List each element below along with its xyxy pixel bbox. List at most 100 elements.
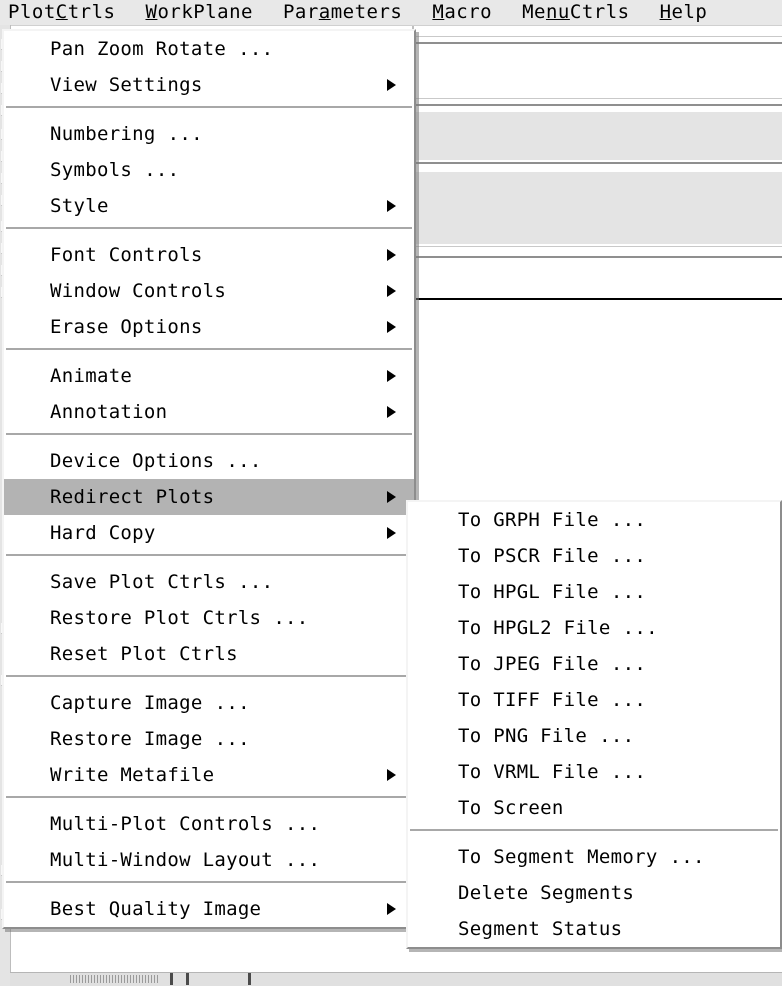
menu-item-ellipsis: ... xyxy=(599,725,635,747)
main_menu-item-erase-options[interactable]: Erase Options xyxy=(4,309,414,345)
submenu-item-to-hpgl-file[interactable]: To HPGL File... xyxy=(408,574,780,610)
main_menu-item-device-options[interactable]: Device Options... xyxy=(4,443,414,479)
submenu-item-to-png-file[interactable]: To PNG File... xyxy=(408,718,780,754)
main_menu-item-restore-image[interactable]: Restore Image... xyxy=(4,721,414,757)
menubar-item-help[interactable]: Help xyxy=(660,0,722,25)
menu-separator xyxy=(6,796,412,803)
menu-item-ellipsis: ... xyxy=(622,617,658,639)
menu-separator xyxy=(6,348,412,355)
menubar-item-menuctrls[interactable]: MenuCtrls xyxy=(522,0,643,25)
main_menu-item-hard-copy[interactable]: Hard Copy xyxy=(4,515,414,551)
submenu-arrow-icon xyxy=(387,249,396,261)
menu-item-ellipsis: ... xyxy=(273,607,309,629)
menu-item-label: To VRML File xyxy=(458,761,599,783)
menu-item-label: View Settings xyxy=(50,74,203,96)
main_menu-item-reset-plot-ctrls[interactable]: Reset Plot Ctrls xyxy=(4,636,414,672)
menu-item-ellipsis: ... xyxy=(610,689,647,711)
menu-item-label: To PNG File xyxy=(458,725,588,747)
mnemonic: nu xyxy=(545,1,570,23)
status-hatch xyxy=(70,975,160,983)
submenu-item-to-grph-file[interactable]: To GRPH File... xyxy=(408,502,780,538)
menu-item-ellipsis: ... xyxy=(610,581,647,603)
menu-item-ellipsis: ... xyxy=(610,761,647,783)
menu-item-label: To Segment Memory xyxy=(458,846,658,868)
menu-item-ellipsis: ... xyxy=(285,849,321,871)
menubar-item-parameters[interactable]: Parameters xyxy=(283,0,416,25)
panel-band xyxy=(414,98,782,99)
menubar-item-macro[interactable]: Macro xyxy=(432,0,506,25)
main_menu-item-window-controls[interactable]: Window Controls xyxy=(4,273,414,309)
background-panel xyxy=(412,26,782,316)
submenu-item-to-screen[interactable]: To Screen xyxy=(408,790,780,826)
panel-band xyxy=(414,162,782,164)
submenu-item-to-pscr-file[interactable]: To PSCR File... xyxy=(408,538,780,574)
redirect-plots-submenu[interactable]: To GRPH File... To PSCR File... To HPGL Fi… xyxy=(406,500,782,949)
submenu-item-to-hpgl2-file[interactable]: To HPGL2 File... xyxy=(408,610,780,646)
status-tick xyxy=(186,973,189,985)
submenu-item-delete-segments[interactable]: Delete Segments xyxy=(408,875,780,911)
submenu-item-to-segment-memory[interactable]: To Segment Memory... xyxy=(408,839,780,875)
menu-item-label: Multi-Plot Controls xyxy=(50,813,274,835)
menu-item-label: Capture Image xyxy=(50,692,203,714)
main_menu-item-multi-plot-controls[interactable]: Multi-Plot Controls... xyxy=(4,806,414,842)
menu-item-label: Reset Plot Ctrls xyxy=(50,643,238,665)
menu-item-label: To HPGL File xyxy=(458,581,599,603)
submenu-item-segment-status[interactable]: Segment Status xyxy=(408,911,780,947)
submenu-item-to-jpeg-file[interactable]: To JPEG File... xyxy=(408,646,780,682)
menu-item-label: To GRPH File xyxy=(458,509,599,531)
submenu-arrow-icon xyxy=(387,370,396,382)
bottom-status-bar xyxy=(10,972,782,986)
menu-item-ellipsis: ... xyxy=(214,692,250,714)
panel-band xyxy=(414,172,782,244)
main_menu-item-capture-image[interactable]: Capture Image... xyxy=(4,685,414,721)
main_menu-item-font-controls[interactable]: Font Controls xyxy=(4,237,414,273)
menu-item-ellipsis: ... xyxy=(610,653,647,675)
menubar-item-plotctrls[interactable]: PlotCtrls xyxy=(8,0,129,25)
menu-item-label: To PSCR File xyxy=(458,545,599,567)
main_menu-item-symbols[interactable]: Symbols... xyxy=(4,152,414,188)
main_menu-item-write-metafile[interactable]: Write Metafile xyxy=(4,757,414,793)
submenu-arrow-icon xyxy=(387,79,396,91)
menu-item-label: Write Metafile xyxy=(50,764,215,786)
menu-item-label: To TIFF File xyxy=(458,689,599,711)
main_menu-item-view-settings[interactable]: View Settings xyxy=(4,67,414,103)
menu-item-label: Device Options xyxy=(50,450,215,472)
menu-item-label: Font Controls xyxy=(50,244,203,266)
main_menu-item-style[interactable]: Style xyxy=(4,188,414,224)
panel-band xyxy=(414,42,782,44)
menu-item-label: Restore Plot Ctrls xyxy=(50,607,262,629)
menu-item-ellipsis: ... xyxy=(610,509,647,531)
submenu-arrow-icon xyxy=(387,285,396,297)
menu-separator xyxy=(410,829,778,836)
menu-item-label: Delete Segments xyxy=(458,882,635,904)
submenu-arrow-icon xyxy=(387,406,396,418)
menu-item-label: Hard Copy xyxy=(50,522,156,544)
main_menu-item-best-quality-image[interactable]: Best Quality Image xyxy=(4,891,414,927)
panel-band xyxy=(414,298,782,300)
submenu-item-to-tiff-file[interactable]: To TIFF File... xyxy=(408,682,780,718)
main_menu-item-restore-plot-ctrls[interactable]: Restore Plot Ctrls... xyxy=(4,600,414,636)
menubar-item-workplane[interactable]: WorkPlane xyxy=(145,0,266,25)
menu-separator xyxy=(6,227,412,234)
menu-bar: PlotCtrls WorkPlane Parameters Macro MenuCtr… xyxy=(0,0,782,26)
menu-item-ellipsis: ... xyxy=(610,545,647,567)
status-tick xyxy=(170,973,173,985)
mnemonic: H xyxy=(659,1,672,23)
menu-separator xyxy=(6,106,412,113)
main_menu-item-redirect-plots[interactable]: Redirect Plots xyxy=(4,479,414,515)
main_menu-item-numbering[interactable]: Numbering... xyxy=(4,116,414,152)
mnemonic: W xyxy=(145,1,158,23)
menu-item-label: Best Quality Image xyxy=(50,898,262,920)
menu-item-label: Window Controls xyxy=(50,280,227,302)
submenu-item-to-vrml-file[interactable]: To VRML File... xyxy=(408,754,780,790)
submenu-arrow-icon xyxy=(387,903,396,915)
panel-band xyxy=(414,36,782,37)
menu-item-label: Save Plot Ctrls xyxy=(50,571,227,593)
main_menu-item-pan-zoom-rotate[interactable]: Pan Zoom Rotate... xyxy=(4,31,414,67)
main_menu-item-save-plot-ctrls[interactable]: Save Plot Ctrls... xyxy=(4,564,414,600)
main_menu-item-multi-window-layout[interactable]: Multi-Window Layout... xyxy=(4,842,414,878)
main_menu-item-annotation[interactable]: Annotation xyxy=(4,394,414,430)
main_menu-item-animate[interactable]: Animate xyxy=(4,358,414,394)
submenu-arrow-icon xyxy=(387,321,396,333)
plotctrls-menu[interactable]: Pan Zoom Rotate... View Settings Numbering… xyxy=(2,29,416,929)
